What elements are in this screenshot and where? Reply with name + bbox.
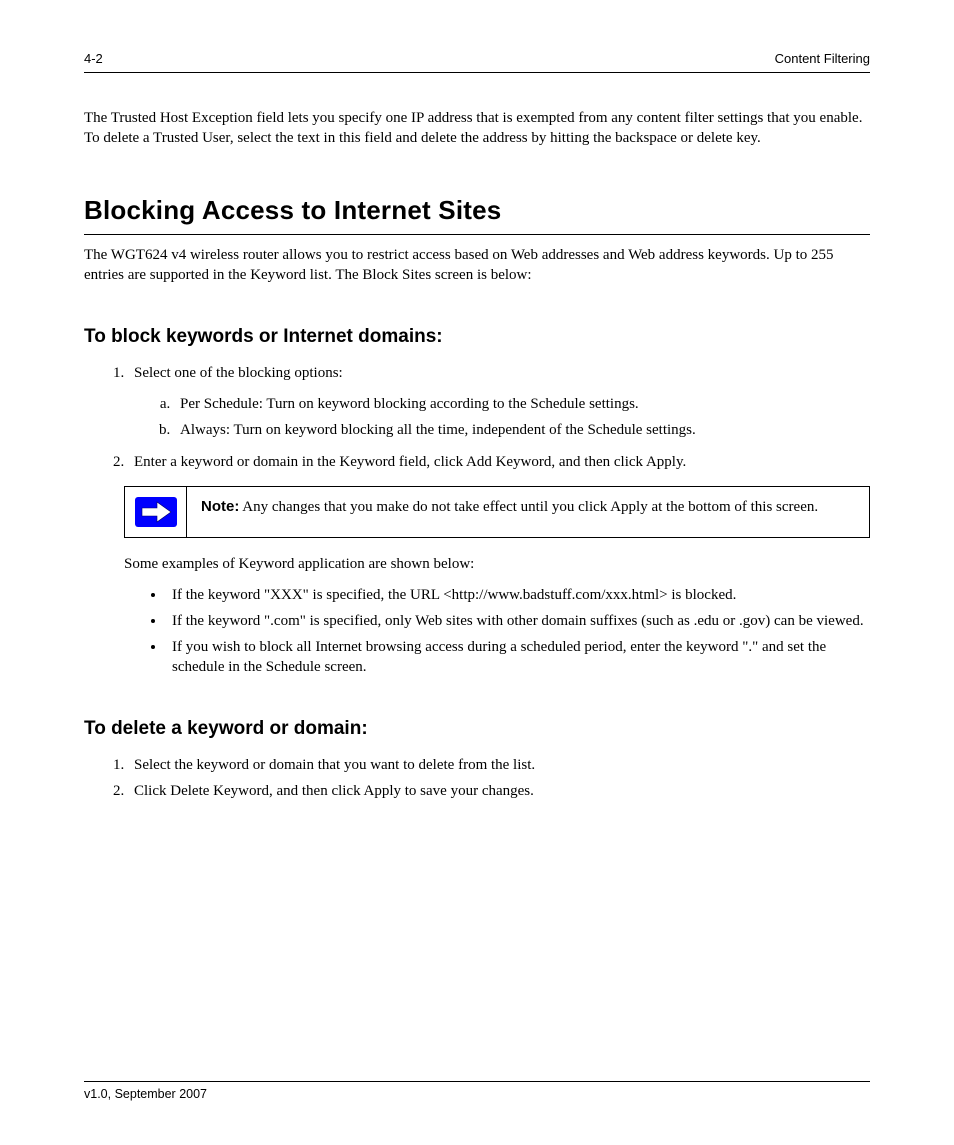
note-label: Note: <box>201 498 239 515</box>
to-delete-heading: To delete a keyword or domain: <box>84 716 870 742</box>
running-header: 4-2 Content Filtering <box>84 50 870 72</box>
intro-paragraph: The Trusted Host Exception field lets yo… <box>84 108 870 149</box>
block-options-list: Per Schedule: Turn on keyword blocking a… <box>134 394 870 441</box>
block-steps-list: Select one of the blocking options: Per … <box>84 363 870 472</box>
running-header-title: Content Filtering <box>775 50 870 68</box>
block-step-1: Select one of the blocking options: Per … <box>128 363 870 440</box>
entries-lead: Some examples of Keyword application are… <box>124 554 870 574</box>
section-title-rule <box>84 234 870 235</box>
note-icon-cell <box>125 487 187 537</box>
to-block-heading: To block keywords or Internet domains: <box>84 324 870 350</box>
footer-line: v1.0, September 2007 <box>84 1086 870 1103</box>
keyword-example-1: If the keyword "XXX" is specified, the U… <box>166 585 870 605</box>
block-option-b: Always: Turn on keyword blocking all the… <box>174 420 870 440</box>
block-step-2: Enter a keyword or domain in the Keyword… <box>128 452 870 472</box>
note-text-cell: Note: Any changes that you make do not t… <box>187 487 869 537</box>
delete-step-2: Click Delete Keyword, and then click App… <box>128 781 870 801</box>
keyword-examples-list: If the keyword "XXX" is specified, the U… <box>124 585 870 678</box>
footer-left: v1.0, September 2007 <box>84 1086 207 1103</box>
block-option-a: Per Schedule: Turn on keyword blocking a… <box>174 394 870 414</box>
page: 4-2 Content Filtering The Trusted Host E… <box>0 0 954 1145</box>
arrow-right-icon <box>135 497 177 527</box>
note-text: Any changes that you make do not take ef… <box>242 499 818 515</box>
keyword-example-3: If you wish to block all Internet browsi… <box>166 637 870 678</box>
keyword-example-2: If the keyword ".com" is specified, only… <box>166 611 870 631</box>
header-rule <box>84 72 870 73</box>
note-paragraph: Note: Any changes that you make do not t… <box>201 497 855 517</box>
delete-steps-list: Select the keyword or domain that you wa… <box>84 755 870 802</box>
footer-rule <box>84 1081 870 1082</box>
page-number: 4-2 <box>84 50 103 68</box>
section-lead: The WGT624 v4 wireless router allows you… <box>84 245 870 286</box>
section-title: Blocking Access to Internet Sites <box>84 193 870 228</box>
page-footer: v1.0, September 2007 <box>84 1081 870 1103</box>
note-box: Note: Any changes that you make do not t… <box>124 486 870 538</box>
block-step-1-text: Select one of the blocking options: <box>134 365 343 381</box>
delete-step-1: Select the keyword or domain that you wa… <box>128 755 870 775</box>
